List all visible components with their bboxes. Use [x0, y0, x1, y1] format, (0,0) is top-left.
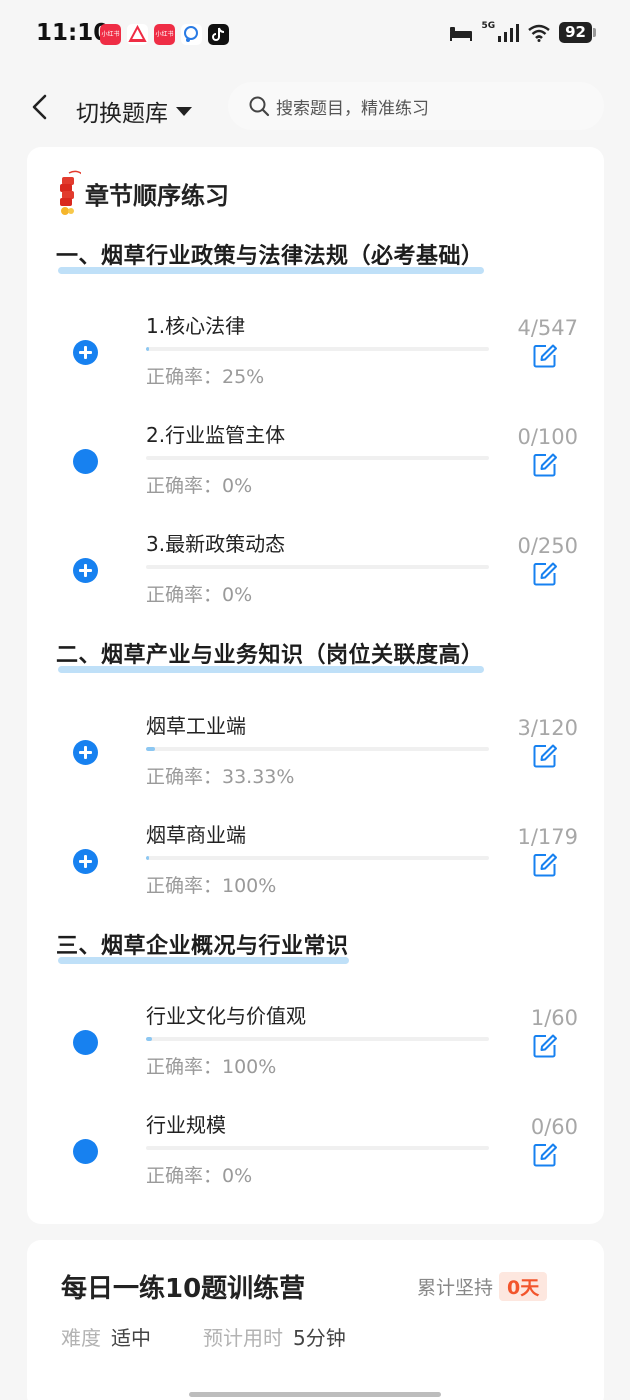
progress-bar: [146, 456, 489, 460]
app-triangle-icon: [127, 24, 148, 45]
edit-icon[interactable]: [532, 743, 558, 769]
section-title: 一、烟草行业政策与法律法规（必考基础）: [56, 238, 484, 274]
signal-icon: [498, 23, 520, 42]
expand-icon[interactable]: [73, 340, 98, 365]
sleep-icon: [450, 26, 473, 41]
status-dot-icon: [73, 449, 98, 474]
expand-icon[interactable]: [73, 849, 98, 874]
item-name: 3.最新政策动态: [146, 532, 286, 556]
time-value: 5分钟: [293, 1326, 346, 1350]
search-placeholder: 搜索题目，精准练习: [276, 98, 429, 119]
xiaohongshu-icon: 小红书: [154, 24, 175, 45]
chapter-practice-card: 章节顺序练习 一、烟草行业政策与法律法规（必考基础） 1.核心法律 正确率：25…: [27, 147, 604, 1224]
back-icon[interactable]: [28, 92, 52, 122]
difficulty-label: 难度: [61, 1326, 101, 1350]
list-item[interactable]: 3.最新政策动态 正确率：0% 0/250: [27, 528, 604, 628]
item-count: 0/60: [530, 1115, 578, 1139]
xiaohongshu-icon: 小红书: [100, 24, 121, 45]
edit-icon[interactable]: [532, 1033, 558, 1059]
caret-down-icon: [176, 106, 192, 116]
progress-bar: [146, 856, 489, 860]
item-count: 0/100: [517, 425, 578, 449]
list-item[interactable]: 2.行业监管主体 正确率：0% 0/100: [27, 419, 604, 519]
item-accuracy: 正确率：0%: [146, 475, 253, 497]
progress-bar: [146, 1146, 489, 1150]
home-indicator[interactable]: [189, 1392, 441, 1397]
item-accuracy: 正确率：100%: [146, 875, 277, 897]
streak-badge: 0天: [499, 1272, 548, 1301]
switch-bank-label: 切换题库: [76, 101, 168, 127]
network-type: 5G: [481, 20, 496, 31]
status-bar: 11:10 小红书 小红书 5G 92: [0, 0, 630, 68]
list-item[interactable]: 行业文化与价值观 正确率：100% 1/60: [27, 1000, 604, 1100]
list-item[interactable]: 1.核心法律 正确率：25% 4/547: [27, 310, 604, 410]
item-name: 烟草商业端: [146, 823, 246, 847]
progress-bar: [146, 1037, 489, 1041]
edit-icon[interactable]: [532, 343, 558, 369]
search-input[interactable]: 搜索题目，精准练习: [228, 82, 604, 130]
edit-icon[interactable]: [532, 561, 558, 587]
list-item[interactable]: 烟草工业端 正确率：33.33% 3/120: [27, 710, 604, 810]
item-count: 3/120: [517, 716, 578, 740]
status-time: 11:10: [36, 20, 110, 46]
battery-icon: [593, 28, 596, 37]
item-accuracy: 正确率：100%: [146, 1056, 277, 1078]
expand-icon[interactable]: [73, 740, 98, 765]
tiktok-icon: [208, 24, 229, 45]
item-name: 行业文化与价值观: [146, 1004, 306, 1028]
item-count: 1/179: [517, 825, 578, 849]
section-title: 二、烟草产业与业务知识（岗位关联度高）: [56, 637, 484, 673]
item-accuracy: 正确率：0%: [146, 584, 253, 606]
item-name: 2.行业监管主体: [146, 423, 286, 447]
item-accuracy: 正确率：0%: [146, 1165, 253, 1187]
item-count: 4/547: [517, 316, 578, 340]
item-accuracy: 正确率：25%: [146, 366, 265, 388]
difficulty-value: 适中: [111, 1326, 151, 1350]
battery-level: 92: [559, 22, 592, 43]
progress-bar: [146, 747, 489, 751]
camp-title: 每日一练10题训练营: [61, 1274, 306, 1304]
progress-bar: [146, 347, 489, 351]
card-header: 章节顺序练习: [57, 169, 229, 217]
top-nav: 切换题库 搜索题目，精准练习: [0, 68, 630, 148]
status-dot-icon: [73, 1139, 98, 1164]
progress-bar: [146, 565, 489, 569]
item-count: 0/250: [517, 534, 578, 558]
list-item[interactable]: 行业规模 正确率：0% 0/60: [27, 1109, 604, 1209]
search-icon: [249, 96, 270, 117]
chat-icon: [181, 24, 202, 45]
edit-icon[interactable]: [532, 452, 558, 478]
wifi-icon: [528, 24, 550, 42]
streak: 累计坚持 0天: [417, 1272, 548, 1301]
switch-bank-button[interactable]: 切换题库: [76, 94, 192, 128]
status-dot-icon: [73, 1030, 98, 1055]
daily-camp-card[interactable]: 每日一练10题训练营 累计坚持 0天 难度 适中 预计用时 5分钟: [27, 1240, 604, 1400]
edit-icon[interactable]: [532, 852, 558, 878]
list-item[interactable]: 烟草商业端 正确率：100% 1/179: [27, 819, 604, 919]
camp-meta: 难度 适中 预计用时 5分钟: [61, 1322, 346, 1351]
firecracker-icon: [60, 170, 81, 215]
item-name: 烟草工业端: [146, 714, 246, 738]
item-name: 1.核心法律: [146, 314, 246, 338]
edit-icon[interactable]: [532, 1142, 558, 1168]
time-label: 预计用时: [203, 1326, 283, 1350]
item-name: 行业规模: [146, 1113, 226, 1137]
streak-label: 累计坚持: [417, 1277, 494, 1299]
notification-icons: 小红书 小红书: [100, 24, 229, 45]
section-title: 三、烟草企业概况与行业常识: [56, 928, 349, 964]
item-accuracy: 正确率：33.33%: [146, 766, 295, 788]
expand-icon[interactable]: [73, 558, 98, 583]
card-title: 章节顺序练习: [85, 181, 229, 210]
system-icons: 5G 92: [449, 20, 596, 43]
item-count: 1/60: [530, 1006, 578, 1030]
